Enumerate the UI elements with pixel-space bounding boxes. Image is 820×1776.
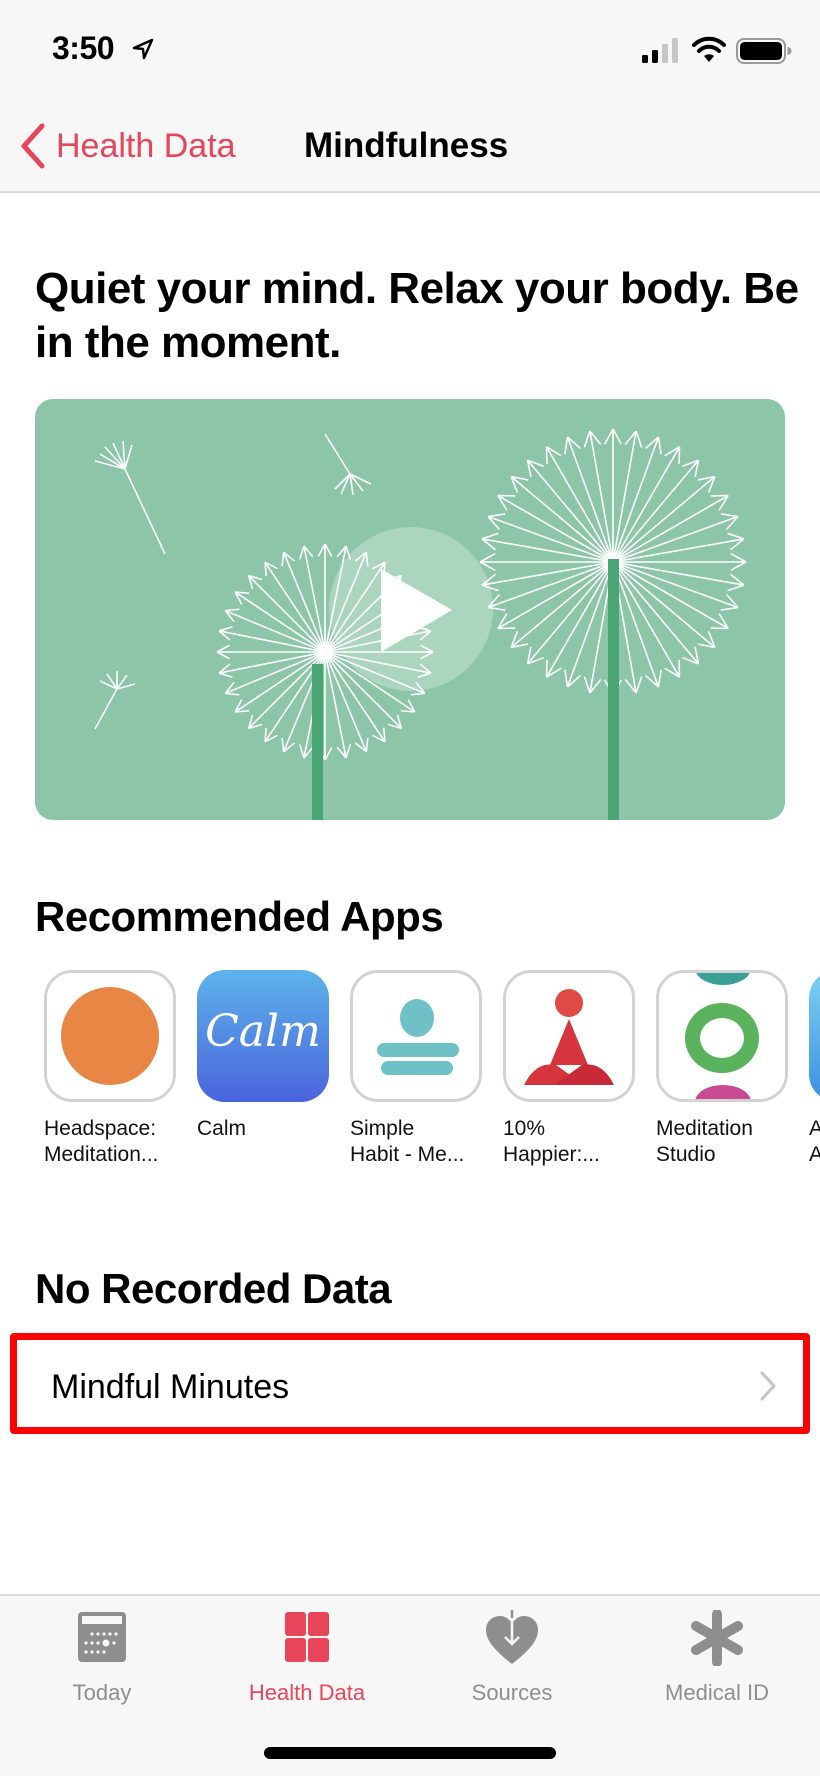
recommended-apps-carousel[interactable]: Headspace: Meditation... Calm Calm Simpl…	[44, 970, 820, 1170]
meditation-studio-icon	[656, 970, 788, 1102]
tab-health-data[interactable]: Health Data	[217, 1610, 397, 1706]
app-calm[interactable]: Calm Calm	[197, 970, 329, 1142]
headspace-icon	[44, 970, 176, 1102]
back-button[interactable]: Health Data	[18, 122, 236, 170]
cellular-signal-icon	[642, 38, 678, 63]
mindful-minutes-row[interactable]: Mindful Minutes	[10, 1333, 810, 1434]
tab-label: Medical ID	[665, 1680, 769, 1705]
asterisk-icon	[691, 1610, 743, 1666]
mindfulness-video[interactable]	[35, 399, 785, 820]
simple-habit-icon	[350, 970, 482, 1102]
app-simple-habit[interactable]: Simple Habit - Me...	[350, 970, 482, 1168]
app-name: Headspace: Meditation...	[44, 1117, 159, 1166]
tab-label: Sources	[471, 1680, 553, 1705]
chevron-left-icon	[21, 123, 45, 169]
app-partial[interactable]: A A	[809, 970, 820, 1168]
tab-medical-id[interactable]: Medical ID	[627, 1610, 807, 1706]
page-title: Mindfulness	[304, 126, 509, 165]
app-name: Meditation Studio	[656, 1117, 753, 1166]
recommended-apps-title: Recommended Apps	[35, 893, 444, 940]
dandelion-illustration	[94, 428, 747, 820]
app-name: 10% Happier:...	[503, 1117, 600, 1166]
app-name: Calm	[197, 1117, 247, 1140]
no-recorded-data-title: No Recorded Data	[35, 1265, 392, 1312]
location-arrow-icon	[132, 38, 154, 60]
partial-app-icon	[809, 970, 820, 1102]
tab-label: Today	[72, 1680, 132, 1705]
row-label: Mindful Minutes	[51, 1368, 290, 1406]
tab-label: Health Data	[248, 1680, 366, 1705]
home-indicator[interactable]	[264, 1747, 556, 1759]
app-10-happier[interactable]: 10% Happier:...	[503, 970, 635, 1168]
status-time: 3:50	[52, 30, 115, 66]
calm-icon: Calm	[197, 970, 329, 1102]
headline: Quiet your mind. Relax your body. Be in …	[35, 264, 799, 367]
tab-sources[interactable]: Sources	[422, 1610, 602, 1706]
status-bar: 3:50	[0, 0, 820, 100]
app-headspace[interactable]: Headspace: Meditation...	[44, 970, 176, 1168]
calendar-icon	[78, 1612, 126, 1662]
chevron-right-icon	[760, 1371, 776, 1401]
wifi-icon	[692, 36, 726, 62]
back-label: Health Data	[56, 126, 236, 165]
app-meditation-studio[interactable]: Meditation Studio	[656, 970, 788, 1168]
heart-download-icon	[486, 1610, 538, 1664]
battery-icon	[736, 38, 792, 64]
tab-today[interactable]: Today	[12, 1610, 192, 1706]
app-name: Simple Habit - Me...	[350, 1117, 465, 1166]
grid-icon	[285, 1612, 329, 1662]
ten-percent-happier-icon	[503, 970, 635, 1102]
navigation-bar: Health Data Mindfulness	[0, 100, 820, 193]
app-name: A A	[809, 1117, 820, 1166]
